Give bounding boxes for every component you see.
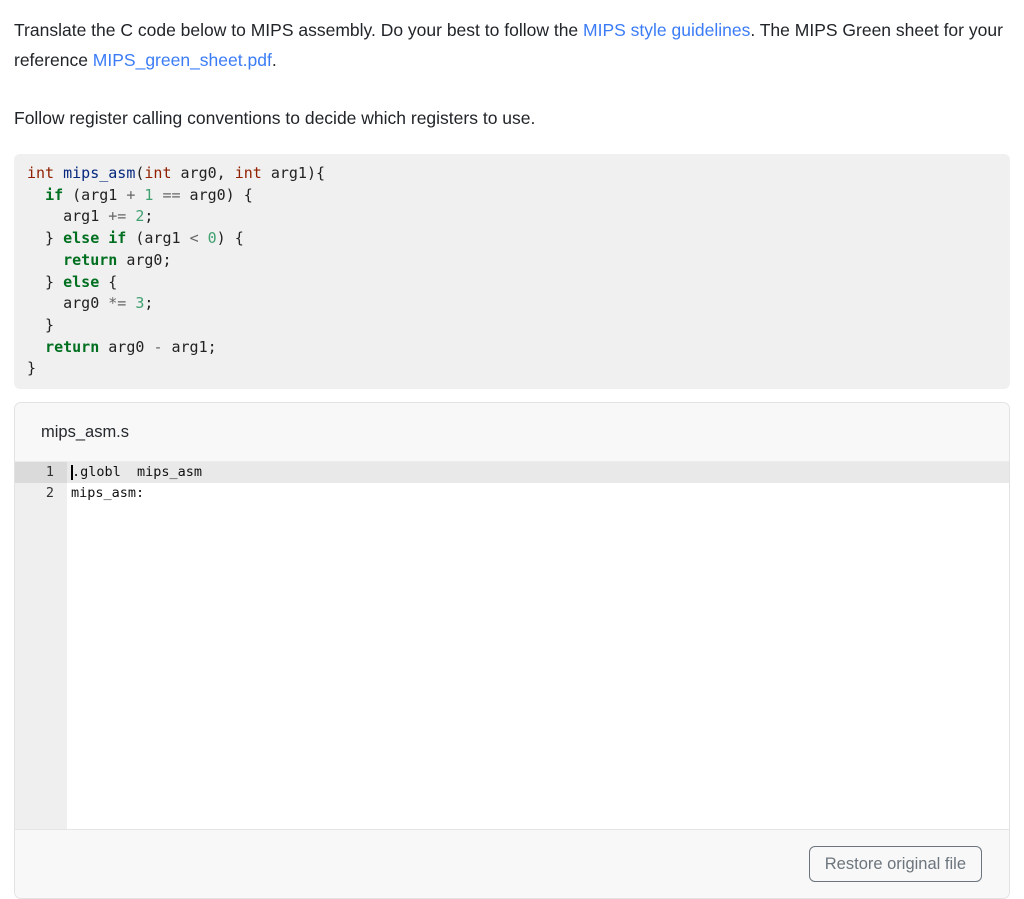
text-segment: . [272, 50, 277, 70]
code-token [27, 251, 63, 269]
code-token [199, 229, 208, 247]
code-token: arg0) { [181, 186, 253, 204]
code-token: ; [144, 294, 153, 312]
text-segment: Translate the C code below to MIPS assem… [14, 20, 583, 40]
code-token: ) { [217, 229, 244, 247]
restore-original-file-button[interactable]: Restore original file [809, 846, 982, 882]
code-token: arg0 [27, 294, 108, 312]
code-token: (arg1 [63, 186, 126, 204]
code-token: 0 [208, 229, 217, 247]
mips-style-guidelines-link[interactable]: MIPS style guidelines [583, 20, 750, 40]
code-token: if [108, 229, 126, 247]
code-token: arg0, [172, 164, 235, 182]
code-token: else [63, 273, 99, 291]
text-cursor [71, 465, 73, 480]
c-code-block: int mips_asm(int arg0, int arg1){ if (ar… [14, 154, 1010, 389]
code-token: } [27, 273, 63, 291]
code-token: arg0 [99, 338, 153, 356]
code-token: int [235, 164, 262, 182]
code-token: } [27, 316, 54, 334]
code-token: int [27, 164, 54, 182]
line-number: 2 [15, 483, 67, 504]
line-number: 1 [15, 462, 67, 483]
file-name: mips_asm.s [41, 423, 129, 441]
file-editor-card: mips_asm.s 1.globl mips_asm2mips_asm: Re… [14, 402, 1010, 899]
code-token: { [99, 273, 117, 291]
editor-line-text: .globl mips_asm [67, 462, 202, 483]
code-token: int [144, 164, 171, 182]
instructions-paragraph-1: Translate the C code below to MIPS assem… [14, 0, 1010, 75]
code-token [27, 186, 45, 204]
question-panel: Translate the C code below to MIPS assem… [0, 0, 1024, 899]
code-token [54, 164, 63, 182]
code-token: == [162, 186, 180, 204]
code-token [27, 338, 45, 356]
code-token: arg1; [162, 338, 216, 356]
code-token: } [27, 359, 36, 377]
code-token: arg1 [27, 207, 108, 225]
code-token: *= [108, 294, 126, 312]
code-token: arg1){ [262, 164, 325, 182]
code-token: < [190, 229, 199, 247]
file-editor-header: mips_asm.s [15, 403, 1009, 462]
mips-green-sheet-link[interactable]: MIPS_green_sheet.pdf [93, 50, 272, 70]
c-code: int mips_asm(int arg0, int arg1){ if (ar… [27, 164, 325, 377]
code-editor[interactable]: 1.globl mips_asm2mips_asm: [15, 462, 1009, 829]
code-token: return [63, 251, 117, 269]
instructions-paragraph-2: Follow register calling conventions to d… [14, 103, 1010, 133]
editor-rows: 1.globl mips_asm2mips_asm: [15, 462, 1009, 504]
code-token: else [63, 229, 99, 247]
line-number-gutter [15, 462, 67, 829]
code-token: ; [144, 207, 153, 225]
editor-line-text: mips_asm: [67, 483, 144, 504]
code-token: arg0; [117, 251, 171, 269]
code-token: += [108, 207, 126, 225]
editor-footer: Restore original file [15, 829, 1009, 898]
code-token [99, 229, 108, 247]
editor-line[interactable]: 2mips_asm: [15, 483, 1009, 504]
code-token: if [45, 186, 63, 204]
code-token: mips_asm [63, 164, 135, 182]
code-token: } [27, 229, 63, 247]
editor-line[interactable]: 1.globl mips_asm [15, 462, 1009, 483]
code-token: return [45, 338, 99, 356]
code-token: (arg1 [126, 229, 189, 247]
